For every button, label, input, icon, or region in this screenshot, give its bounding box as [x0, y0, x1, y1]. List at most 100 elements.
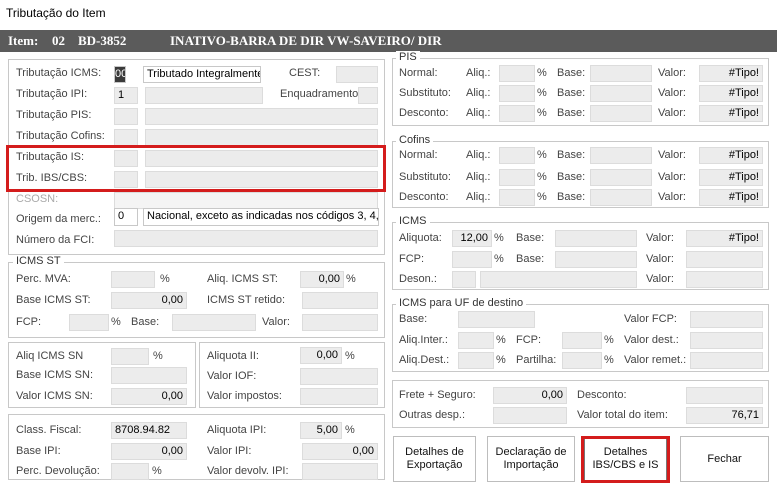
icms-base-field[interactable]: [555, 230, 637, 247]
class-fiscal-field[interactable]: 8708.94.82: [111, 422, 187, 439]
valor-ipi-field[interactable]: 0,00: [302, 443, 378, 460]
frete-label: Frete + Seguro:: [399, 389, 476, 401]
pis-normal-base[interactable]: [590, 65, 652, 82]
pis-desc-valor[interactable]: #Tipo!: [699, 105, 763, 122]
pis-sub-valor-label: Valor:: [658, 87, 686, 99]
icms-deson-valor-label: Valor:: [646, 273, 674, 285]
icms-fcp-valor-field[interactable]: [686, 251, 763, 268]
pis-sub-base[interactable]: [590, 85, 652, 102]
uf-valor-fcp-field[interactable]: [690, 311, 763, 328]
icms-deson-desc[interactable]: [480, 271, 637, 288]
aliq-ipi-field[interactable]: 5,00: [300, 422, 342, 439]
desconto-field[interactable]: [686, 387, 763, 404]
sn-base-field[interactable]: [111, 367, 187, 384]
origem-code[interactable]: 0: [114, 208, 138, 226]
cofins-desc-aliq[interactable]: [499, 189, 535, 206]
icms-aliquota-field[interactable]: 12,00: [452, 230, 492, 247]
uf-base-field[interactable]: [458, 311, 535, 328]
icms-fcp-field[interactable]: [452, 251, 492, 268]
cofins-desc-valor[interactable]: #Tipo!: [699, 189, 763, 206]
icms-aliquota-pct: %: [494, 232, 504, 244]
trib-cofins-code[interactable]: [114, 129, 138, 146]
cofins-normal-base[interactable]: [590, 147, 652, 164]
base-ipi-field[interactable]: 0,00: [111, 443, 187, 460]
total-field[interactable]: 76,71: [686, 407, 763, 424]
uf-aliq-inter-field[interactable]: [458, 332, 494, 349]
origem-label: Origem da merc.:: [16, 213, 101, 225]
trib-ipi-code[interactable]: 1: [114, 87, 138, 104]
icms-valor-field[interactable]: #Tipo!: [686, 230, 763, 247]
icms-deson-label: Deson.:: [399, 273, 437, 285]
pis-sub-valor[interactable]: #Tipo!: [699, 85, 763, 102]
uf-partilha-pct: %: [604, 354, 614, 366]
uf-partilha-field[interactable]: [562, 352, 602, 369]
icms-fcp-pct: %: [494, 253, 504, 265]
retido-field[interactable]: [302, 292, 378, 309]
icms-fcp-valor-label: Valor:: [646, 253, 674, 265]
declaracao-importacao-button[interactable]: Declaração de Importação: [487, 436, 575, 482]
trib-icms-code[interactable]: 00: [114, 66, 126, 83]
trib-cofins-desc[interactable]: [145, 129, 378, 146]
cofins-sub-aliq-label: Aliq.:: [466, 171, 491, 183]
st-base-field[interactable]: [172, 314, 256, 331]
perc-dev-field[interactable]: [111, 463, 149, 480]
pis-desc-aliq[interactable]: [499, 105, 535, 122]
icms-deson-code[interactable]: [452, 271, 476, 288]
uf-valor-remet-label: Valor remet.:: [624, 354, 687, 366]
cofins-desc-pct: %: [537, 191, 547, 203]
pis-normal-valor[interactable]: #Tipo!: [699, 65, 763, 82]
pis-normal-aliq-label: Aliq.:: [466, 67, 491, 79]
uf-fcp-field[interactable]: [562, 332, 602, 349]
pis-normal-aliq[interactable]: [499, 65, 535, 82]
trib-ipi-desc[interactable]: [145, 87, 263, 104]
cofins-normal-pct: %: [537, 149, 547, 161]
outras-field[interactable]: [493, 407, 567, 424]
uf-valor-dest-field[interactable]: [690, 332, 763, 349]
aliq-ipi-pct: %: [345, 424, 355, 436]
mva-label: Perc. MVA:: [16, 273, 71, 285]
st-valor-field[interactable]: [302, 314, 378, 331]
cofins-normal-aliq-label: Aliq.:: [466, 149, 491, 161]
cest-field[interactable]: [336, 66, 378, 83]
enquadramento-field[interactable]: [358, 87, 378, 104]
icms-valor-label: Valor:: [646, 232, 674, 244]
pis-normal-valor-label: Valor:: [658, 67, 686, 79]
pis-sub-base-label: Base:: [557, 87, 586, 99]
item-code: BD-3852: [78, 33, 127, 48]
icms-aliquota-label: Aliquota:: [399, 232, 442, 244]
pis-sub-aliq[interactable]: [499, 85, 535, 102]
trib-pis-code[interactable]: [114, 108, 138, 125]
cofins-desc-base[interactable]: [590, 189, 652, 206]
origem-desc[interactable]: Nacional, exceto as indicadas nos código…: [143, 208, 379, 226]
cofins-sub-base[interactable]: [590, 169, 652, 186]
cofins-normal-aliq[interactable]: [499, 147, 535, 164]
trib-icms-desc[interactable]: Tributado Integralmente: [143, 66, 261, 83]
cofins-sub-aliq[interactable]: [499, 169, 535, 186]
aliq-st-field[interactable]: 0,00: [300, 271, 344, 288]
uf-aliq-dest-field[interactable]: [458, 352, 494, 369]
mva-field[interactable]: [111, 271, 155, 288]
fechar-button[interactable]: Fechar: [680, 436, 769, 482]
base-st-field[interactable]: 0,00: [111, 292, 187, 309]
detalhes-exportacao-button[interactable]: Detalhes de Exportação: [393, 436, 476, 482]
sn-valor-field[interactable]: 0,00: [111, 388, 187, 405]
frete-field[interactable]: 0,00: [493, 387, 567, 404]
csosn-field[interactable]: [114, 192, 378, 209]
uf-valor-remet-field[interactable]: [690, 352, 763, 369]
icms-deson-valor-field[interactable]: [686, 271, 763, 288]
fci-field[interactable]: [114, 230, 378, 247]
sn-aliq-field[interactable]: [111, 348, 149, 365]
csosn-label: CSOSN:: [16, 193, 59, 205]
iof-field[interactable]: [300, 368, 378, 385]
ii-aliq-field[interactable]: 0,00: [300, 347, 342, 364]
impostos-field[interactable]: [300, 388, 378, 405]
trib-ipi-label: Tributação IPI:: [16, 88, 88, 100]
trib-icms-label: Tributação ICMS:: [16, 67, 102, 79]
cofins-sub-valor[interactable]: #Tipo!: [699, 169, 763, 186]
cofins-normal-valor[interactable]: #Tipo!: [699, 147, 763, 164]
valor-devolv-field[interactable]: [302, 463, 378, 480]
trib-pis-desc[interactable]: [145, 108, 378, 125]
st-fcp-field[interactable]: [69, 314, 109, 331]
icms-fcp-base-field[interactable]: [555, 251, 637, 268]
pis-desc-base[interactable]: [590, 105, 652, 122]
